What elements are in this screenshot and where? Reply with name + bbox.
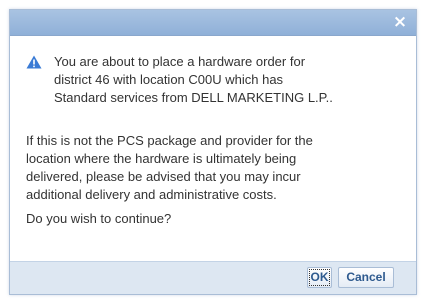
info-line: additional delivery and administrative c… [26, 187, 277, 202]
close-icon[interactable]: × [392, 14, 408, 31]
dialog-titlebar: × [10, 10, 416, 36]
warning-triangle-icon [26, 55, 42, 69]
warning-line: district 46 with location C00U which has [54, 72, 284, 87]
dialog-footer: OK Cancel [10, 261, 416, 294]
info-line: location where the hardware is ultimatel… [26, 151, 297, 166]
dialog-content: You are about to place a hardware order … [10, 36, 416, 262]
warning-text: You are about to place a hardware order … [54, 53, 399, 107]
warning-line: You are about to place a hardware order … [54, 54, 306, 69]
confirmation-dialog: × You are about to place a hardware orde… [9, 9, 417, 295]
ok-button[interactable]: OK [307, 267, 332, 288]
continue-question: Do you wish to continue? [26, 211, 172, 226]
info-message: If this is not the PCS package and provi… [26, 132, 404, 204]
info-line: If this is not the PCS package and provi… [26, 133, 313, 148]
cancel-button[interactable]: Cancel [338, 267, 394, 288]
warning-line: Standard services from DELL MARKETING L.… [54, 90, 333, 105]
info-line: delivered, please be advised that you ma… [26, 169, 301, 184]
